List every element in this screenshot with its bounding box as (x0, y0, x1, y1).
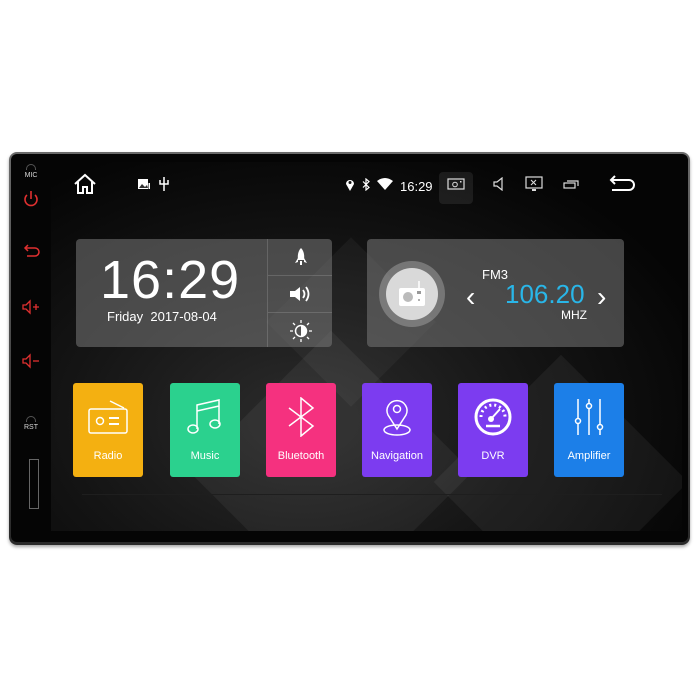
app-tile-navigation[interactable]: Navigation (362, 383, 432, 477)
back-icon (609, 175, 635, 191)
gallery-icon (138, 178, 150, 189)
volume-quick-button[interactable] (268, 276, 332, 313)
rst-label: RST (24, 424, 38, 431)
app-tile-music[interactable]: Music (170, 383, 240, 477)
music-note-icon (187, 399, 221, 434)
radio-widget-icon-ring[interactable] (379, 261, 445, 327)
app-tile-bluetooth[interactable]: Bluetooth (266, 383, 336, 477)
volume-icon (289, 286, 309, 302)
volume-up-button[interactable] (21, 298, 41, 316)
volume-down-icon (22, 353, 39, 369)
screen-off-button[interactable] (524, 172, 544, 196)
radio-widget[interactable]: ‹ FM3 106.20 MHZ › (367, 239, 624, 347)
app-tile-icon-wrap (554, 395, 624, 439)
screen-off-icon (525, 176, 543, 191)
radio-icon (88, 400, 128, 434)
screenshot-button[interactable] (446, 172, 466, 196)
next-station-button[interactable]: › (597, 281, 606, 313)
app-tile-icon-wrap (73, 395, 143, 439)
radio-widget-icon-bg (386, 268, 438, 320)
radio-frequency: 106.20 (505, 279, 585, 309)
speedometer-icon (474, 398, 512, 436)
clock-day: Friday (107, 309, 144, 324)
clock-date: Friday 2017-08-04 (107, 309, 217, 324)
recent-apps-button[interactable] (561, 172, 581, 196)
bluetooth-icon (362, 177, 370, 191)
brightness-button[interactable] (268, 313, 332, 347)
power-button[interactable] (21, 190, 41, 208)
home-icon (74, 173, 96, 194)
gallery-notification[interactable] (137, 172, 151, 196)
wifi-indicator (376, 172, 394, 196)
rocket-icon (294, 248, 307, 265)
app-tile-icon-wrap (170, 395, 240, 439)
boost-button[interactable] (268, 239, 332, 276)
radio-unit: MHZ (561, 308, 587, 322)
bluetooth-indicator (360, 172, 372, 196)
app-tile-dvr[interactable]: DVR (458, 383, 528, 477)
mic-hole (26, 164, 36, 170)
app-tile-icon-wrap (266, 395, 336, 439)
usb-notification[interactable] (157, 172, 171, 196)
prev-station-button[interactable]: ‹ (466, 281, 475, 313)
app-tile-radio[interactable]: Radio (73, 383, 143, 477)
app-tile-label: Bluetooth (277, 450, 325, 462)
location-icon (346, 179, 354, 191)
back-hardkey[interactable] (21, 242, 41, 260)
volume-icon (493, 177, 503, 191)
app-tile-label: Navigation (371, 450, 423, 462)
recent-apps-icon (563, 180, 579, 189)
status-time: 16:29 (400, 179, 433, 194)
head-unit-bezel: MIC RST 16:29 16:29 Friday 2017-08-04 ‹ … (9, 152, 690, 545)
radio-icon (399, 281, 425, 306)
brightness-icon (289, 320, 312, 342)
mic-label: MIC (24, 172, 38, 179)
reset-hole[interactable] (26, 416, 36, 422)
android-screen: 16:29 16:29 Friday 2017-08-04 ‹ FM3 106.… (51, 162, 682, 531)
clock-time: 16:29 (100, 250, 241, 310)
app-tile-label: Radio (93, 450, 123, 462)
quick-actions (267, 239, 332, 347)
app-tile-icon-wrap (362, 395, 432, 439)
map-pin-icon (383, 399, 411, 436)
location-indicator (344, 172, 356, 196)
bluetooth-icon (288, 397, 315, 437)
app-tile-label: Music (190, 450, 220, 462)
usb-icon (159, 177, 169, 191)
dock-divider (82, 494, 662, 495)
status-bar: 16:29 (51, 162, 682, 206)
home-button[interactable] (71, 172, 99, 196)
hardware-keys-panel: MIC RST (11, 154, 51, 542)
back-icon (23, 244, 40, 257)
volume-up-icon (22, 299, 39, 315)
volume-button[interactable] (491, 172, 507, 196)
power-icon (24, 191, 38, 207)
app-tile-label: DVR (481, 450, 505, 462)
sd-card-slot (29, 459, 39, 509)
clock-date-value: 2017-08-04 (150, 309, 217, 324)
back-button[interactable] (608, 172, 638, 196)
head-unit-body: MIC RST 16:29 16:29 Friday 2017-08-04 ‹ … (11, 154, 688, 542)
app-tile-label: Amplifier (567, 450, 611, 462)
app-tile-icon-wrap (458, 395, 528, 439)
screenshot-icon (447, 178, 465, 190)
equalizer-icon (574, 399, 604, 435)
app-tile-amplifier[interactable]: Amplifier (554, 383, 624, 477)
clock-widget[interactable]: 16:29 Friday 2017-08-04 (76, 239, 332, 347)
volume-down-button[interactable] (21, 352, 41, 370)
wifi-icon (377, 178, 393, 190)
